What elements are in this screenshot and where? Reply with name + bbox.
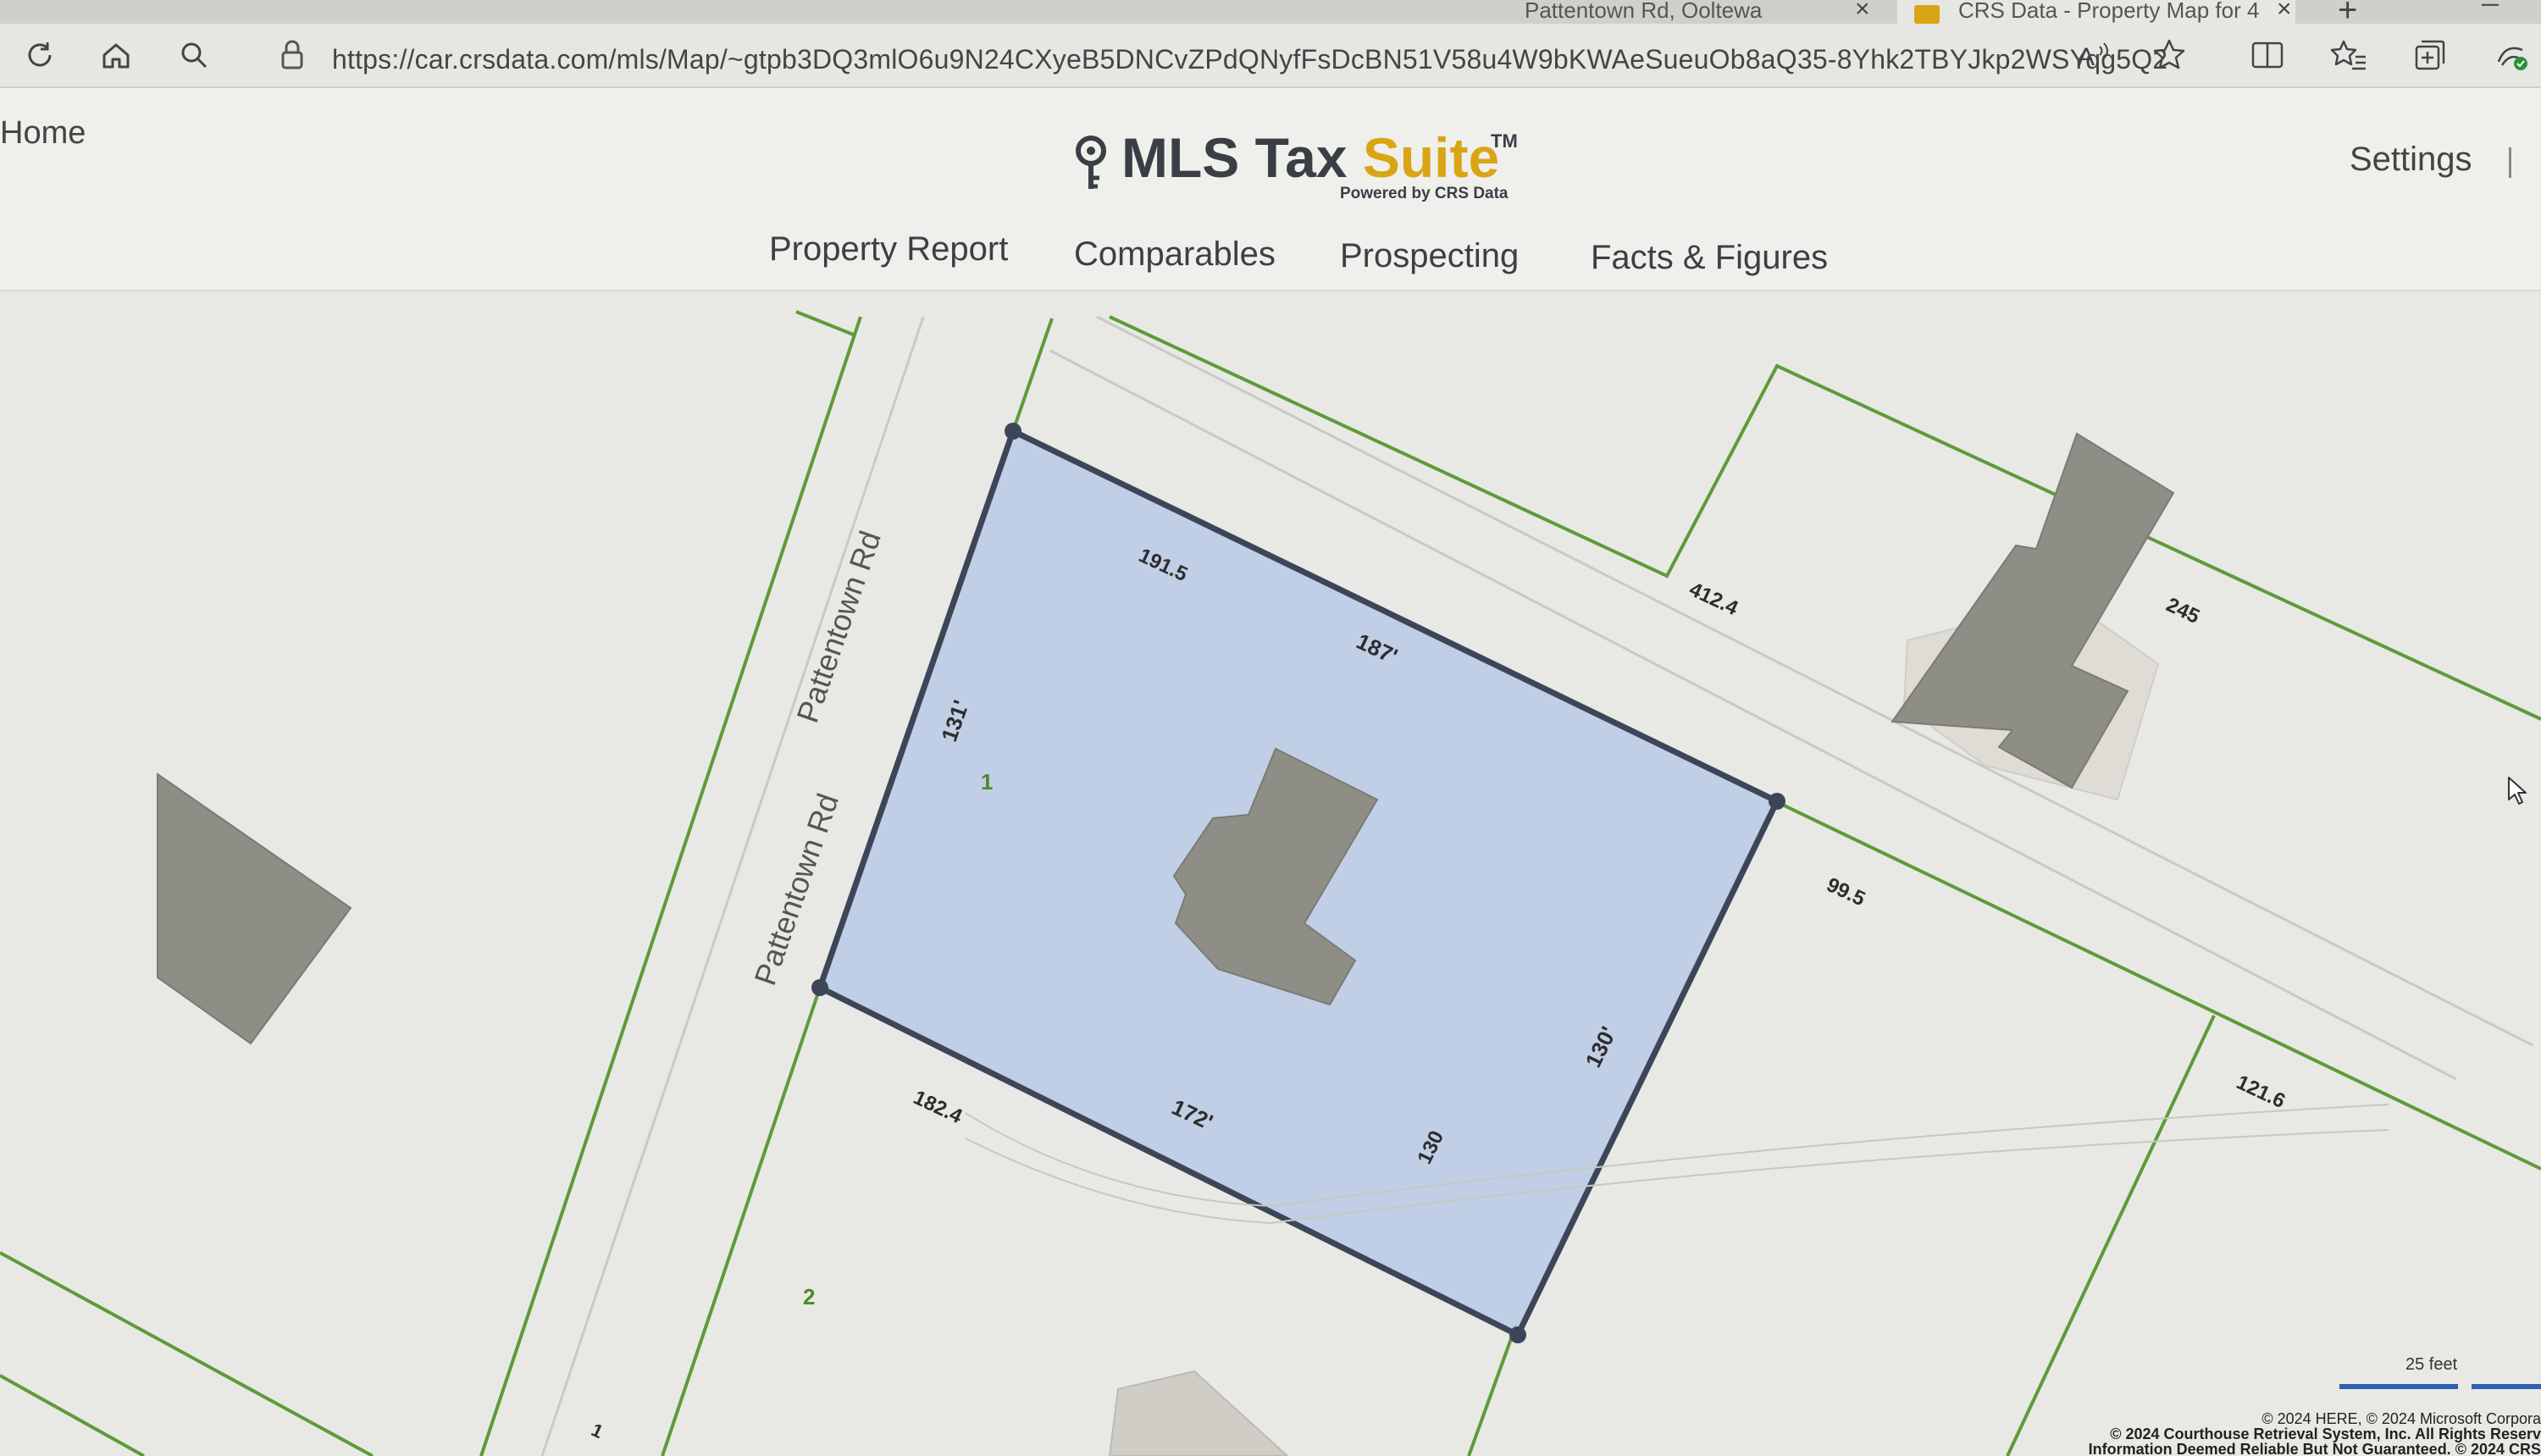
- settings-divider: [2509, 147, 2511, 178]
- scale-bar: [2472, 1384, 2541, 1389]
- favorite-star-icon[interactable]: [2148, 34, 2190, 76]
- mouse-cursor-icon: [2508, 777, 2527, 805]
- attribution-line: Information Deemed Reliable But Not Guar…: [2088, 1441, 2541, 1456]
- refresh-icon[interactable]: [19, 34, 61, 76]
- attribution-line: © 2024 HERE, © 2024 Microsoft Corpora: [2261, 1410, 2541, 1427]
- tab-title: Pattentown Rd, Ooltewa: [1525, 0, 1763, 23]
- map-attribution: © 2024 HERE, © 2024 Microsoft Corpora © …: [2089, 1411, 2541, 1456]
- logo-accent: Suite: [1362, 126, 1500, 189]
- extensions-icon[interactable]: [2490, 34, 2533, 76]
- tab-title: CRS Data - Property Map for 4: [1958, 0, 2260, 23]
- map-pin-icon: [1076, 136, 1106, 189]
- crs-favicon-icon: [1914, 5, 1940, 24]
- logo-main: MLS Tax: [1121, 126, 1348, 189]
- scale-label: 25 feet: [2405, 1355, 2458, 1374]
- home-icon[interactable]: [95, 34, 137, 76]
- settings-link[interactable]: Settings: [2350, 141, 2472, 179]
- nav-prospecting[interactable]: Prospecting: [1340, 237, 1519, 275]
- main-nav: Property Report Comparables Prospecting …: [0, 224, 2541, 283]
- close-icon[interactable]: ×: [2277, 0, 2292, 24]
- close-icon[interactable]: ×: [1855, 0, 1870, 24]
- home-link[interactable]: Home: [0, 115, 86, 152]
- browser-tab-strip: Pattentown Rd, Ooltewa × CRS Data - Prop…: [0, 0, 2541, 29]
- nav-property-report[interactable]: Property Report: [769, 230, 1008, 269]
- browser-tab-active[interactable]: CRS Data - Property Map for 4: [1897, 0, 2295, 24]
- search-icon[interactable]: [173, 34, 215, 76]
- minimize-icon[interactable]: –: [2482, 0, 2499, 20]
- nav-facts-figures[interactable]: Facts & Figures: [1591, 239, 1828, 277]
- parcel-map[interactable]: Pattentown Rd Pattentown Rd 1 2 191.5 18…: [0, 291, 2541, 1456]
- parcel-number: 2: [803, 1284, 815, 1309]
- split-screen-icon[interactable]: [2246, 34, 2289, 76]
- read-aloud-icon[interactable]: A: [2073, 34, 2116, 76]
- app-header: Home MLS Tax Suite TM Powered by CRS Dat…: [0, 88, 2541, 292]
- browser-toolbar: https://car.crsdata.com/mls/Map/~gtpb3DQ…: [0, 24, 2541, 88]
- lock-icon[interactable]: [271, 34, 313, 76]
- attribution-line: © 2024 Courthouse Retrieval System, Inc.…: [2110, 1426, 2541, 1442]
- nav-comparables[interactable]: Comparables: [1074, 235, 1276, 274]
- scale-bar: [2339, 1384, 2458, 1389]
- collections-icon[interactable]: [2409, 34, 2451, 76]
- address-bar[interactable]: https://car.crsdata.com/mls/Map/~gtpb3DQ…: [332, 44, 2167, 75]
- logo-powered-by: Powered by CRS Data: [1340, 185, 1509, 202]
- parcel-number: 1: [981, 769, 993, 794]
- browser-tab[interactable]: Pattentown Rd, Ooltewa: [1525, 0, 1880, 24]
- favorites-list-icon[interactable]: [2328, 34, 2370, 76]
- svg-text:A: A: [2078, 43, 2095, 71]
- map-canvas[interactable]: Pattentown Rd Pattentown Rd 1 2 191.5 18…: [0, 291, 2541, 1456]
- logo-text: MLS Tax Suite: [1121, 125, 1499, 190]
- logo-trademark: TM: [1491, 130, 1518, 152]
